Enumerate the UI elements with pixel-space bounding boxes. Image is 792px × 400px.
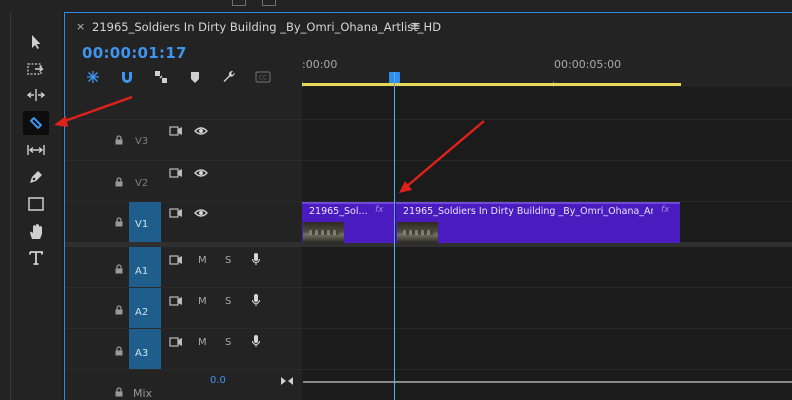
- solo-button[interactable]: S: [225, 337, 231, 348]
- snap-magnet-icon[interactable]: [119, 69, 135, 85]
- track-row-a2: A2 M S: [65, 288, 792, 329]
- cropped-icon: [262, 0, 276, 6]
- track-select-forward-tool-icon[interactable]: [23, 57, 49, 81]
- timeline-settings-wrench-icon[interactable]: [221, 69, 237, 85]
- linked-selection-icon[interactable]: [153, 69, 169, 85]
- toggle-output-eye-icon[interactable]: [194, 207, 208, 219]
- lock-icon[interactable]: [114, 305, 124, 315]
- ruler-label-start: :00:00: [302, 58, 338, 71]
- mix-volume-line[interactable]: [303, 381, 792, 383]
- sequence-tab[interactable]: × 21965_Soldiers In Dirty Building _By_O…: [65, 13, 792, 41]
- work-area-bar[interactable]: [302, 83, 681, 86]
- rectangle-tool-icon[interactable]: [23, 192, 49, 216]
- panel-divider: [10, 12, 11, 400]
- clip-thumbnail: [303, 222, 344, 243]
- sync-lock-icon[interactable]: [169, 254, 183, 266]
- video-clip-2[interactable]: 21965_Soldiers In Dirty Building _By_Omr…: [395, 202, 680, 243]
- clip-name: 21965_Soldiers In Dirty Building _By_Omr…: [403, 206, 653, 217]
- voice-over-record-icon[interactable]: [249, 294, 263, 306]
- mix-volume-value[interactable]: 0.0: [210, 375, 226, 386]
- track-label-v1: V1: [135, 219, 149, 230]
- track-row-a1: A1 M S: [65, 247, 792, 288]
- track-label-a2: A2: [135, 307, 149, 318]
- top-strip: [0, 0, 792, 12]
- lock-icon[interactable]: [114, 387, 124, 397]
- track-row-v2: V2: [65, 161, 792, 202]
- track-row-empty: [65, 87, 792, 120]
- ripple-edit-tool-icon[interactable]: [23, 83, 49, 107]
- video-clip-1[interactable]: 21965_Sol... fx: [302, 202, 395, 243]
- playhead-line[interactable]: [394, 72, 395, 400]
- audio-transition-icon[interactable]: [280, 375, 294, 387]
- tools-panel: [0, 12, 62, 400]
- track-label-a3: A3: [135, 348, 149, 359]
- solo-button[interactable]: S: [225, 296, 231, 307]
- pen-tool-icon[interactable]: [23, 165, 49, 189]
- track-row-a3: A3 M S: [65, 329, 792, 370]
- time-ruler[interactable]: :00:00 00:00:05:00: [302, 53, 792, 87]
- toggle-output-eye-icon[interactable]: [194, 125, 208, 137]
- toggle-output-eye-icon[interactable]: [194, 167, 208, 179]
- sync-lock-icon[interactable]: [169, 167, 183, 179]
- panel-menu-icon[interactable]: ≡: [410, 19, 421, 34]
- lock-icon[interactable]: [114, 346, 124, 356]
- lock-icon[interactable]: [114, 177, 124, 187]
- close-tab-button[interactable]: ×: [76, 20, 85, 33]
- mix-label: Mix: [133, 387, 153, 400]
- sync-lock-icon[interactable]: [169, 295, 183, 307]
- lock-icon[interactable]: [114, 217, 124, 227]
- sync-lock-icon[interactable]: [169, 125, 183, 137]
- add-marker-icon[interactable]: [187, 69, 203, 85]
- selection-tool-icon[interactable]: [23, 30, 49, 54]
- fx-badge: fx: [661, 205, 670, 215]
- track-row-mix: Mix: [65, 370, 792, 400]
- insert-overwrite-nest-icon[interactable]: [85, 69, 101, 85]
- playhead-timecode[interactable]: 00:00:01:17: [82, 44, 187, 62]
- mute-button[interactable]: M: [198, 337, 207, 348]
- fx-badge: fx: [375, 205, 384, 215]
- track-area: V3 V2 V1 A1 M S A2 M S A3 M S Mix: [65, 87, 792, 400]
- svg-text:CC: CC: [259, 75, 267, 82]
- solo-button[interactable]: S: [225, 255, 231, 266]
- mute-button[interactable]: M: [198, 296, 207, 307]
- clip-name: 21965_Sol...: [309, 206, 368, 217]
- voice-over-record-icon[interactable]: [249, 335, 263, 347]
- track-label-v3: V3: [135, 136, 149, 147]
- sync-lock-icon[interactable]: [169, 207, 183, 219]
- timeline-panel: × 21965_Soldiers In Dirty Building _By_O…: [64, 12, 792, 400]
- track-row-v3: V3: [65, 120, 792, 161]
- type-tool-icon[interactable]: [23, 246, 49, 270]
- sequence-title[interactable]: 21965_Soldiers In Dirty Building _By_Omr…: [92, 20, 441, 34]
- captions-icon[interactable]: CC: [255, 69, 271, 85]
- ruler-label-5s: 00:00:05:00: [554, 58, 622, 71]
- slip-tool-icon[interactable]: [23, 138, 49, 162]
- clip-thumbnail: [397, 222, 438, 243]
- voice-over-record-icon[interactable]: [249, 253, 263, 265]
- hand-tool-icon[interactable]: [23, 219, 49, 243]
- cropped-icon: [232, 0, 246, 6]
- lock-icon[interactable]: [114, 264, 124, 274]
- track-label-a1: A1: [135, 266, 149, 277]
- mute-button[interactable]: M: [198, 255, 207, 266]
- sync-lock-icon[interactable]: [169, 336, 183, 348]
- lock-icon[interactable]: [114, 135, 124, 145]
- razor-tool-icon[interactable]: [23, 111, 49, 135]
- track-label-v2: V2: [135, 178, 149, 189]
